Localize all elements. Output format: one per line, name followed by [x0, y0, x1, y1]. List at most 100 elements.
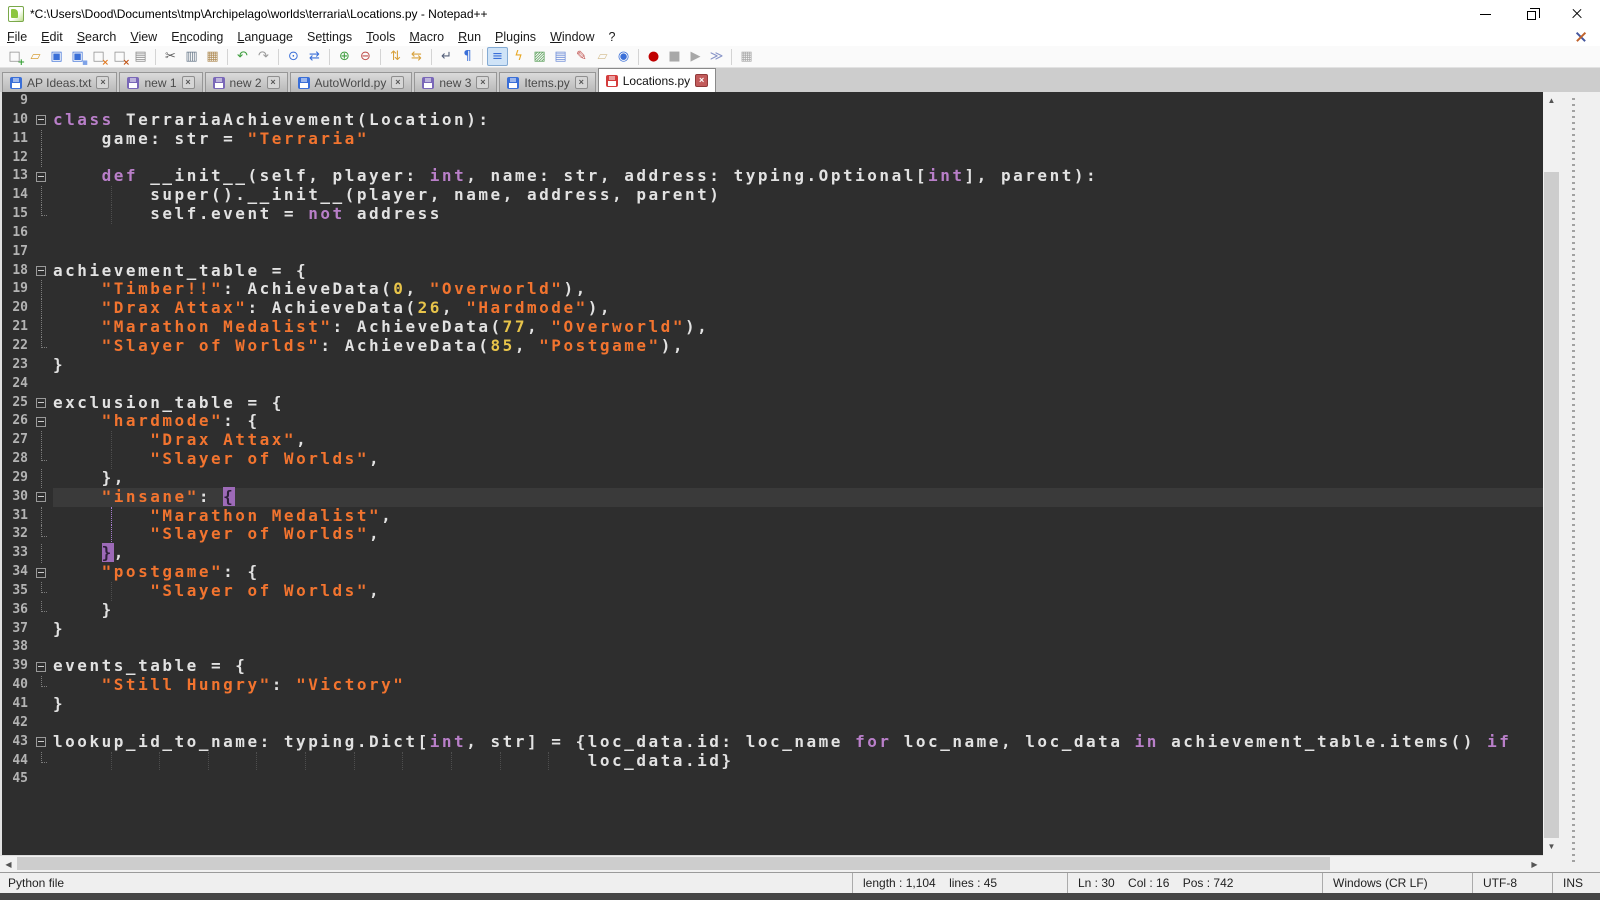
menu-encoding[interactable]: Encoding	[164, 29, 230, 45]
menu-plugins[interactable]: Plugins	[488, 29, 543, 45]
tab-close-icon[interactable]	[575, 76, 588, 89]
menu-run[interactable]: Run	[451, 29, 488, 45]
minimize-button[interactable]	[1462, 0, 1508, 28]
fold-margin[interactable]	[33, 262, 53, 281]
right-splitter-gutter[interactable]	[1560, 92, 1600, 871]
code-text[interactable]: },	[53, 544, 1543, 563]
find-icon[interactable]: ⊙	[283, 47, 304, 66]
open-folder-icon[interactable]: ▱	[25, 47, 46, 66]
code-text[interactable]: "Drax Attax": AchieveData(26, "Hardmode"…	[53, 299, 1543, 318]
code-text[interactable]: },	[53, 469, 1543, 488]
tab-ap-ideas.txt[interactable]: AP Ideas.txt	[2, 72, 117, 92]
indent-guide-icon[interactable]: ≡	[487, 47, 508, 66]
horizontal-scrollbar-thumb[interactable]	[17, 857, 1330, 870]
tab-close-icon[interactable]	[182, 76, 195, 89]
code-text[interactable]: self.event = not address	[53, 205, 1543, 224]
scroll-left-arrow[interactable]: ◀	[0, 856, 17, 872]
code-text[interactable]	[53, 714, 1543, 733]
code-text[interactable]: }	[53, 356, 1543, 375]
restore-button[interactable]	[1508, 0, 1554, 28]
document-list-icon[interactable]: ▤	[550, 47, 571, 66]
code-text[interactable]: "Still Hungry": "Victory"	[53, 676, 1543, 695]
scroll-up-arrow[interactable]: ▲	[1543, 92, 1560, 109]
fold-margin[interactable]	[33, 412, 53, 431]
code-text[interactable]: "Slayer of Worlds",	[53, 582, 1543, 601]
save-icon[interactable]: ▣	[46, 47, 67, 66]
function-list-icon[interactable]: ϟ	[508, 47, 529, 66]
code-text[interactable]: }	[53, 695, 1543, 714]
undo-icon[interactable]: ↶	[232, 47, 253, 66]
code-text[interactable]: class TerrariaAchievement(Location):	[53, 111, 1543, 130]
tab-new-2[interactable]: new 2	[205, 72, 288, 92]
menu-window[interactable]: Window	[543, 29, 601, 45]
code-text[interactable]: "hardmode": {	[53, 412, 1543, 431]
vertical-scrollbar[interactable]: ▲ ▼	[1543, 92, 1560, 855]
close-button[interactable]	[1554, 0, 1600, 28]
code-text[interactable]: super().__init__(player, name, address, …	[53, 186, 1543, 205]
save-macro-icon[interactable]: ▦	[736, 47, 757, 66]
cut-icon[interactable]: ✂	[160, 47, 181, 66]
code-text[interactable]: achievement_table = {	[53, 262, 1543, 281]
tab-items.py[interactable]: Items.py	[499, 72, 595, 92]
zoom-in-icon[interactable]: ⊕	[334, 47, 355, 66]
code-text[interactable]	[53, 770, 1543, 789]
code-text[interactable]	[53, 224, 1543, 243]
tab-close-icon[interactable]	[695, 74, 708, 87]
menu-language[interactable]: Language	[230, 29, 300, 45]
menu-tools[interactable]: Tools	[359, 29, 402, 45]
word-wrap-icon[interactable]: ↵	[436, 47, 457, 66]
code-text[interactable]: }	[53, 601, 1543, 620]
code-text[interactable]	[53, 243, 1543, 262]
fold-margin[interactable]	[33, 657, 53, 676]
show-all-characters-icon[interactable]: ¶	[457, 47, 478, 66]
menu-settings[interactable]: Settings	[300, 29, 359, 45]
tab-locations.py[interactable]: Locations.py	[598, 68, 716, 92]
code-text[interactable]	[53, 375, 1543, 394]
save-all-icon[interactable]: ▣▪	[67, 47, 88, 66]
fold-margin[interactable]	[33, 167, 53, 186]
print-icon[interactable]: ▤	[130, 47, 151, 66]
macro-stop-icon[interactable]: ■	[664, 47, 685, 66]
menu-view[interactable]: View	[123, 29, 164, 45]
sync-horizontal-scroll-icon[interactable]: ⇆	[406, 47, 427, 66]
redo-icon[interactable]: ↷	[253, 47, 274, 66]
vertical-scrollbar-thumb[interactable]	[1544, 172, 1559, 838]
tab-new-3[interactable]: new 3	[414, 72, 497, 92]
fold-collapse-icon[interactable]	[36, 568, 46, 578]
tab-new-1[interactable]: new 1	[119, 72, 202, 92]
horizontal-scrollbar[interactable]: ◀ ▶	[0, 855, 1543, 871]
fold-collapse-icon[interactable]	[36, 398, 46, 408]
macro-play-icon[interactable]: ▶	[685, 47, 706, 66]
menu-edit[interactable]: Edit	[34, 29, 70, 45]
code-text[interactable]: }	[53, 620, 1543, 639]
close-icon[interactable]: □×	[88, 47, 109, 66]
code-text[interactable]: exclusion_table = {	[53, 394, 1543, 413]
code-text[interactable]: "Drax Attax",	[53, 431, 1543, 450]
code-text[interactable]: "Timber!!": AchieveData(0, "Overworld"),	[53, 280, 1543, 299]
code-text[interactable]	[53, 638, 1543, 657]
menu-?[interactable]: ?	[602, 29, 623, 45]
copy-icon[interactable]: ▥	[181, 47, 202, 66]
code-text[interactable]: "Slayer of Worlds",	[53, 525, 1543, 544]
macro-record-icon[interactable]: ●	[643, 47, 664, 66]
code-text[interactable]: "Slayer of Worlds",	[53, 450, 1543, 469]
tab-close-icon[interactable]	[267, 76, 280, 89]
sync-vertical-scroll-icon[interactable]: ⇅	[385, 47, 406, 66]
scroll-right-arrow[interactable]: ▶	[1526, 856, 1543, 872]
view-monitoring-icon[interactable]: ◉	[613, 47, 634, 66]
code-text[interactable]: "postgame": {	[53, 563, 1543, 582]
code-text[interactable]: "Marathon Medalist",	[53, 507, 1543, 526]
paste-icon[interactable]: ▦	[202, 47, 223, 66]
fold-margin[interactable]	[33, 733, 53, 752]
fold-collapse-icon[interactable]	[36, 662, 46, 672]
code-text[interactable]: def __init__(self, player: int, name: st…	[53, 167, 1543, 186]
scroll-down-arrow[interactable]: ▼	[1543, 838, 1560, 855]
macro-run-multiple-icon[interactable]: ≫	[706, 47, 727, 66]
menu-file[interactable]: File	[0, 29, 34, 45]
fold-margin[interactable]	[33, 111, 53, 130]
fold-collapse-icon[interactable]	[36, 492, 46, 502]
new-file-icon[interactable]: □+	[4, 47, 25, 66]
code-text[interactable]	[53, 149, 1543, 168]
zoom-out-icon[interactable]: ⊖	[355, 47, 376, 66]
close-all-icon[interactable]: □×	[109, 47, 130, 66]
